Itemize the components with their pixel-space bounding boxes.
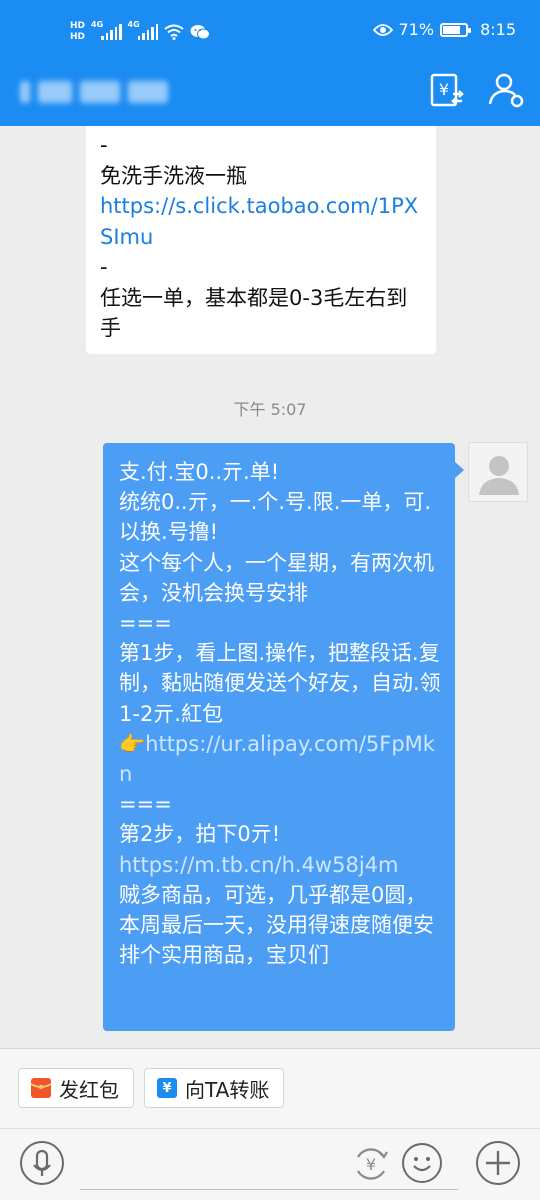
status-left: HD HD 4G 4G [70,17,211,47]
transfer-button[interactable]: ¥ 向TA转账 [144,1068,285,1108]
message-link[interactable]: https://s.click.taobao.com/1PXSImu [100,194,418,249]
msg-separator: === [119,792,172,817]
quick-action-bar: 发红包 ¥ 向TA转账 [0,1048,540,1128]
back-area[interactable] [20,81,30,103]
hd-indicator: HD HD [70,21,85,43]
msg-text: 支.付.宝0..亓.单! [119,460,280,484]
app-header: HD HD 4G 4G 71% 8:15 ¥ [0,0,540,126]
msg-text: 第1步，看上图.操作，把整段话.复制，黏贴随便发送个好友，自动.领1-2亓.紅包 [119,641,441,726]
msg-text: 第2步，拍下0亓! [119,822,281,847]
eye-icon [372,23,393,36]
battery-fill [443,25,461,34]
avatar[interactable] [468,442,528,502]
signal-bars-icon [137,24,159,40]
chat-area[interactable]: - 免洗手洗液一瓶 https://s.click.taobao.com/1PX… [0,126,540,1048]
voice-icon [33,1149,51,1176]
message-input[interactable] [80,1189,458,1190]
msg-text: 任选一单，基本都是0-3毛左右到手 [100,285,408,341]
red-packet-button[interactable]: 发红包 [18,1068,134,1108]
signal-2: 4G [128,20,159,40]
more-button[interactable] [476,1141,520,1185]
svg-text:¥: ¥ [439,80,449,99]
redaction-block [38,81,72,103]
incoming-message-bubble[interactable]: - 免洗手洗液一瓶 https://s.click.taobao.com/1PX… [86,126,436,354]
outgoing-message-bubble[interactable]: 支.付.宝0..亓.单! 统统0..亓，一.个.号.限.一单，可.以换.号撸! … [103,443,464,1031]
status-right: 71% 8:15 [372,20,516,39]
contact-icon[interactable] [486,70,526,110]
voice-button[interactable] [20,1141,64,1185]
msg-text: 统统0..亓，一.个.号.限.一单，可.以换.号撸! [119,490,432,545]
emoji-icon [413,1157,431,1172]
plus-icon [486,1151,510,1175]
msg-text: 这个每个人，一个星期，有两次机会，没机会换号安排 [119,550,434,605]
redaction-block [128,81,168,103]
wechat-icon [190,25,211,40]
signal-1: 4G [91,20,122,40]
red-packet-label: 发红包 [59,1077,119,1102]
avatar-placeholder-icon [479,456,519,495]
transfer-label: 向TA转账 [185,1077,270,1102]
yuan-circle-icon[interactable]: ¥ [350,1143,392,1185]
message-link[interactable]: https://m.tb.cn/h.4w58j4m [119,853,398,877]
hd-label-1: HD [70,21,86,31]
battery-icon [440,22,472,37]
msg-dash: - [100,133,108,157]
network-type-1: 4G [91,20,104,29]
status-bar: HD HD 4G 4G 71% 8:15 [0,0,540,64]
wifi-icon [164,24,184,40]
msg-dash: - [100,255,108,279]
yuan-icon: ¥ [157,1078,177,1098]
red-packet-icon [31,1078,51,1098]
battery-percent: 71% [398,20,435,39]
network-type-2: 4G [127,20,140,29]
message-link[interactable]: https://ur.alipay.com/5FpMkn [119,732,435,786]
yuan-transfer-icon[interactable]: ¥ [426,70,466,110]
msg-separator: === [119,611,172,636]
msg-text: 贼多商品，可选，几乎都是0圆，本周最后一天，没用得速度随便安排个实用商品，宝贝们 [119,882,434,968]
svg-text:¥: ¥ [366,1155,376,1174]
emoji-button[interactable] [402,1143,442,1183]
pointing-hand-icon: 👉 [119,731,146,756]
message-timestamp: 下午 5:07 [233,400,307,419]
contact-name-redacted [20,72,168,112]
msg-text: 免洗手洗液一瓶 [100,163,247,188]
hd-label-2: HD [70,32,86,42]
input-bar: ¥ [0,1128,540,1200]
redaction-block [80,81,120,103]
signal-bars-icon [101,24,122,40]
clock: 8:15 [480,20,516,39]
